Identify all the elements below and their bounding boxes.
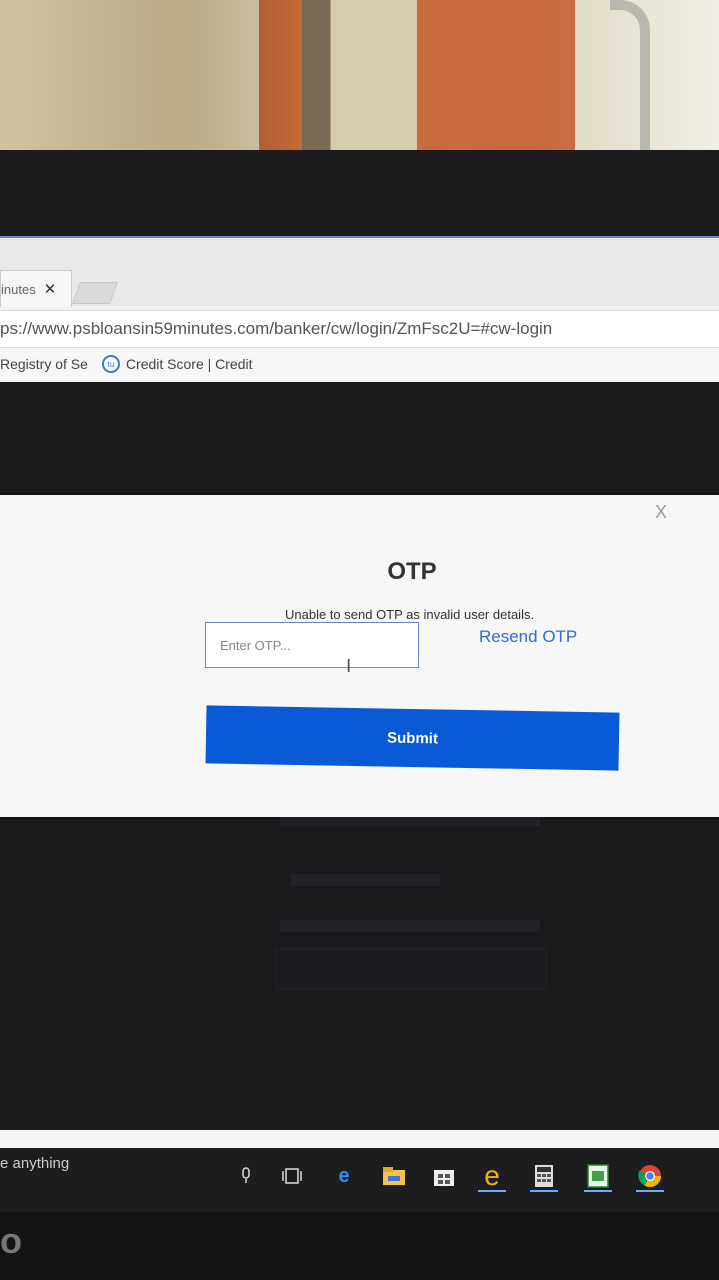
bookmark-registry[interactable]: Registry of Se <box>0 356 88 372</box>
edge-icon[interactable]: e <box>330 1162 358 1190</box>
internet-explorer-icon[interactable]: e <box>478 1160 506 1192</box>
store-icon[interactable] <box>430 1162 458 1190</box>
file-explorer-icon[interactable] <box>380 1162 408 1190</box>
modal-title: OTP <box>387 558 437 585</box>
otp-input[interactable] <box>205 622 419 668</box>
modal-close-icon[interactable]: X <box>655 502 667 523</box>
browser-tab[interactable]: inutes ✕ <box>0 270 72 307</box>
text-cursor-icon: I <box>346 656 352 677</box>
resend-otp-link[interactable]: Resend OTP <box>479 627 577 647</box>
url-text: ps://www.psbloansin59minutes.com/banker/… <box>0 319 553 338</box>
error-message: Unable to send OTP as invalid user detai… <box>285 607 535 622</box>
spreadsheet-icon[interactable] <box>584 1162 612 1192</box>
tab-title: inutes <box>1 281 36 297</box>
transunion-icon: tu <box>101 355 120 373</box>
address-bar[interactable]: ps://www.psbloansin59minutes.com/banker/… <box>0 310 719 348</box>
task-view-icon[interactable] <box>278 1162 306 1190</box>
background-content-line <box>280 920 540 932</box>
taskbar-search[interactable]: e anything <box>0 1155 69 1172</box>
monitor-brand-logo: o <box>0 1220 22 1261</box>
microphone-icon[interactable] <box>232 1162 260 1190</box>
chrome-icon[interactable] <box>636 1162 664 1192</box>
page-bottom-edge <box>0 1130 719 1148</box>
background-content-button <box>275 948 547 990</box>
bookmark-credit-score[interactable]: tu Credit Score | Credit <box>101 355 253 373</box>
background-content-line <box>290 874 440 886</box>
bookmark-credit-score-label: Credit Score | Credit <box>125 356 253 372</box>
background-pipe <box>610 0 650 160</box>
new-tab-button[interactable] <box>71 282 119 304</box>
submit-button[interactable]: Submit <box>205 705 620 771</box>
calculator-icon[interactable] <box>530 1162 558 1192</box>
monitor-lower-bezel <box>0 1212 719 1280</box>
monitor-bezel <box>0 150 719 240</box>
bookmarks-bar: Registry of Se tu Credit Score | Credit <box>0 348 719 380</box>
tab-close-icon[interactable]: ✕ <box>44 280 57 298</box>
